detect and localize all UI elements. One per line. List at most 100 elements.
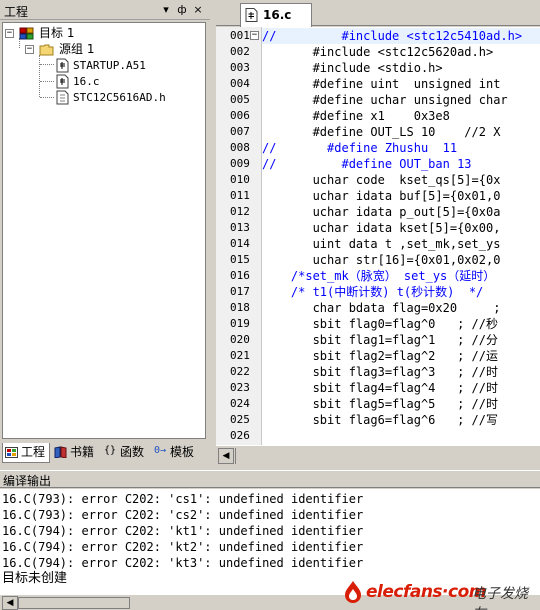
tab-templates-label: 模板 <box>170 445 195 459</box>
output-line: 16.C(793): error C202: 'cs2': undefined … <box>2 508 364 522</box>
tab-templates[interactable]: 0→ 模板 <box>152 443 204 463</box>
line-number: 016 <box>230 269 250 282</box>
tab-project-label: 工程 <box>21 445 46 459</box>
code-area[interactable]: // #include <stc12c5410ad.h> #include <s… <box>262 27 540 445</box>
fold-icon[interactable]: − <box>250 31 259 40</box>
pin-icon[interactable]: ф <box>176 3 188 16</box>
tab-functions[interactable]: {} 函数 <box>102 443 150 463</box>
line-number: 005 <box>230 93 250 106</box>
code-line[interactable]: #define OUT_LS 10 //2 X <box>262 124 540 140</box>
code-line[interactable]: uchar str[16]={0x01,0x02,0 <box>262 252 540 268</box>
tab-project[interactable]: 工程 <box>2 443 50 463</box>
code-line[interactable]: sbit flag2=flag^2 ; //运 <box>262 348 540 364</box>
code-line[interactable]: sbit flag4=flag^4 ; //时 <box>262 380 540 396</box>
folder-icon <box>39 44 54 56</box>
tree-item-group[interactable]: − 源组 1 <box>3 41 203 58</box>
line-number: 013 <box>230 221 250 234</box>
line-number: 012 <box>230 205 250 218</box>
editor-horizontal-scrollbar[interactable]: ◀ <box>216 445 540 465</box>
project-icon <box>5 447 18 458</box>
line-number: 003 <box>230 61 250 74</box>
line-number: 025 <box>230 413 250 426</box>
line-number-gutter: 001 002 003 004 005 006 007 008 009 010 011 012 013 0… <box>216 27 262 445</box>
close-icon[interactable]: × <box>192 3 204 16</box>
code-line[interactable]: sbit flag6=flag^6 ; //写 <box>262 412 540 428</box>
collapse-icon[interactable]: − <box>5 29 14 38</box>
templates-icon: 0→ <box>154 445 167 456</box>
tab-books-label: 书籍 <box>70 445 95 459</box>
project-panel: 工程 ▾ ф × − 目标 1 − 源组 1 STARTUP.A51 16.c … <box>0 0 210 466</box>
output-line: 16.C(794): error C202: 'kt2': undefined … <box>2 540 364 554</box>
code-line[interactable]: uchar idata p_out[5]={0x0a <box>262 204 540 220</box>
code-line[interactable]: // #define OUT_ban 13 <box>262 156 540 172</box>
collapse-icon[interactable]: − <box>25 45 34 54</box>
code-line[interactable]: sbit flag5=flag^5 ; //时 <box>262 396 540 412</box>
line-number: 011 <box>230 189 250 202</box>
tree-file-label: 16.c <box>73 75 100 88</box>
code-line[interactable]: char bdata flag=0x20 ; <box>262 300 540 316</box>
file-icon <box>56 90 69 105</box>
output-line: 16.C(793): error C202: 'cs1': undefined … <box>2 492 364 506</box>
file-icon <box>56 74 69 89</box>
watermark-brand: elecfans·com <box>366 582 486 602</box>
code-line[interactable]: /*set_mk（脉宽） set_ys（延时） <box>262 268 540 284</box>
code-line[interactable]: #define uint unsigned int <box>262 76 540 92</box>
code-editor[interactable]: 001 002 003 004 005 006 007 008 009 010 011 012 013 0… <box>216 27 540 445</box>
line-number: 021 <box>230 349 250 362</box>
scroll-left-icon[interactable]: ◀ <box>218 448 234 464</box>
tab-books[interactable]: 书籍 <box>52 443 100 463</box>
code-line[interactable]: uint data t ,set_mk,set_ys <box>262 236 540 252</box>
line-number: 008 <box>230 141 250 154</box>
tree-item-file[interactable]: 16.c <box>3 73 203 90</box>
tab-functions-label: 函数 <box>120 445 145 459</box>
elecfans-watermark: elecfans·com 电子发烧友 <box>338 574 540 610</box>
elecfans-logo-icon <box>345 581 361 603</box>
code-line[interactable] <box>262 428 540 444</box>
code-line[interactable]: // #define Zhushu 11 <box>262 140 540 156</box>
project-panel-header: 工程 ▾ ф × <box>0 0 210 20</box>
editor-tabbar: 16.c <box>216 0 540 27</box>
tree-item-target[interactable]: − 目标 1 <box>3 25 203 42</box>
output-line: 16.C(794): error C202: 'kt1': undefined … <box>2 524 364 538</box>
code-line[interactable]: uchar idata kset[5]={0x00, <box>262 220 540 236</box>
project-panel-title: 工程 <box>4 5 29 19</box>
books-icon <box>54 446 67 458</box>
editor-tab-label: 16.c <box>263 8 292 22</box>
watermark-brand-cn: 电子发烧友 <box>472 586 528 610</box>
output-line: 16.C(794): error C202: 'kt3': undefined … <box>2 556 364 570</box>
line-number: 023 <box>230 381 250 394</box>
tree-target-label: 目标 1 <box>39 26 75 40</box>
code-line[interactable]: #include <stdio.h> <box>262 60 540 76</box>
project-panel-tabs: 工程 书籍 {} 函数 0→ 模板 <box>0 441 210 465</box>
line-number: 006 <box>230 109 250 122</box>
code-line[interactable]: #define x1 0x3e8 <box>262 108 540 124</box>
target-icon <box>19 27 34 40</box>
line-number: 017 <box>230 285 250 298</box>
panel-menu-icon[interactable]: ▾ <box>160 3 172 16</box>
line-number: 026 <box>230 429 250 442</box>
code-line[interactable]: #define uchar unsigned char <box>262 92 540 108</box>
code-line[interactable]: sbit flag0=flag^0 ; //秒 <box>262 316 540 332</box>
tree-item-file[interactable]: STC12C5616AD.h <box>3 89 203 106</box>
code-line[interactable]: uchar code kset_qs[5]={0x <box>262 172 540 188</box>
tree-item-file[interactable]: STARTUP.A51 <box>3 57 203 74</box>
scrollbar-thumb[interactable] <box>18 597 130 609</box>
project-tree: − 目标 1 − 源组 1 STARTUP.A51 16.c STC12C561… <box>2 22 206 439</box>
code-line[interactable]: sbit flag3=flag^3 ; //时 <box>262 364 540 380</box>
code-line[interactable]: /* t1(中断计数) t(秒计数) */ <box>262 284 540 300</box>
code-line[interactable]: #include <stc12c5620ad.h> <box>262 44 540 60</box>
line-number: 004 <box>230 77 250 90</box>
line-number: 014 <box>230 237 250 250</box>
output-panel-title: 编译输出 <box>3 474 52 488</box>
line-number: 018 <box>230 301 250 314</box>
build-status: 目标未创建 <box>2 571 68 586</box>
code-line[interactable]: sbit flag1=flag^1 ; //分 <box>262 332 540 348</box>
editor-tab-16c[interactable]: 16.c <box>240 3 312 27</box>
output-panel-header: 编译输出 <box>0 470 540 488</box>
scroll-left-icon[interactable]: ◀ <box>2 596 18 610</box>
line-number: 010 <box>230 173 250 186</box>
line-number: 020 <box>230 333 250 346</box>
code-line[interactable]: uchar idata buf[5]={0x01,0 <box>262 188 540 204</box>
line-number: 015 <box>230 253 250 266</box>
code-line[interactable]: // #include <stc12c5410ad.h> <box>262 28 540 44</box>
